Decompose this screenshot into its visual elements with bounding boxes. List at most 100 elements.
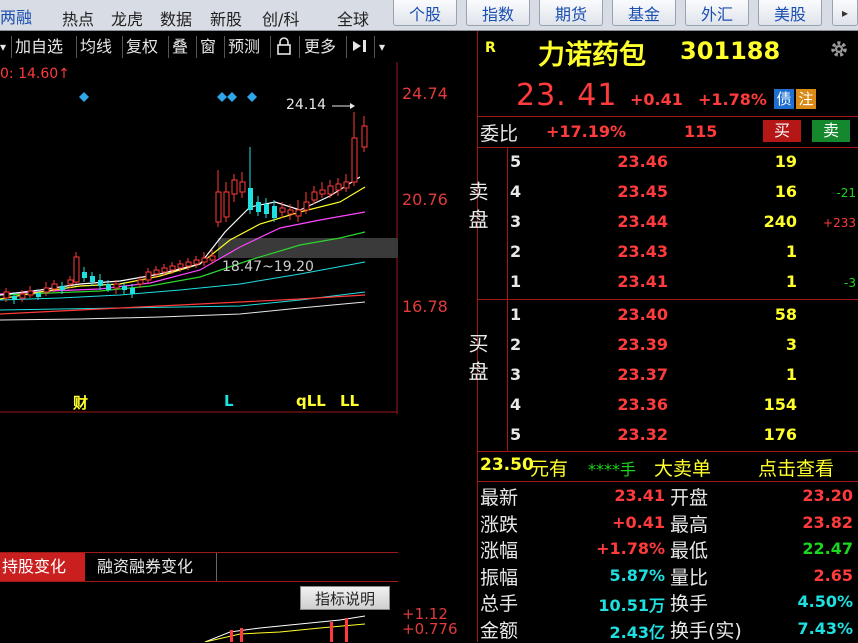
add-watchlist-button[interactable]: 加自选 [15, 36, 63, 58]
candle-body [311, 191, 318, 201]
sell-price[interactable]: 23.41 [588, 272, 668, 291]
toolbar-divider [76, 36, 77, 58]
toolbar-divider [122, 36, 123, 58]
sell-price[interactable]: 23.44 [588, 212, 668, 231]
window-button[interactable]: 窗 [200, 36, 216, 58]
candle-body [177, 263, 184, 269]
ma-button[interactable]: 均线 [80, 36, 112, 58]
sell-level: 5 [510, 152, 522, 171]
tab-margin-change[interactable]: 融资融券变化 [87, 553, 217, 581]
stat-value: 2.65 [813, 565, 853, 585]
big-order-unit: 元有 [530, 458, 569, 480]
candle-body [185, 261, 192, 267]
candle-body [122, 286, 127, 290]
sell-volume-change: -3 [844, 276, 856, 290]
candle-body [287, 209, 294, 215]
price-axis-label: 20.76 [402, 190, 448, 209]
buy-price[interactable]: 23.39 [588, 335, 668, 354]
more-button[interactable]: 更多 [304, 36, 336, 58]
sell-side-label: 卖盘 [465, 181, 489, 237]
nav-button-stock[interactable]: 个股 [393, 0, 457, 26]
bond-tag[interactable]: 债 [774, 89, 794, 109]
big-order-label: 大卖单 [654, 458, 712, 480]
nav-button-index[interactable]: 指数 [466, 0, 530, 26]
candle-body [256, 202, 261, 212]
chevron-down-icon[interactable]: ▾ [0, 36, 6, 58]
stat-label: 换手(实) [670, 619, 742, 642]
candle-body [239, 181, 246, 193]
candle-body [209, 255, 216, 261]
nav-item-hot[interactable]: 热点 [62, 6, 94, 30]
nav-item-rongrong[interactable]: 两融 [0, 4, 32, 28]
event-marker-ll[interactable]: LL [340, 392, 359, 410]
buy-side-label: 买盘 [465, 333, 489, 389]
buy-price[interactable]: 23.32 [588, 425, 668, 444]
candle-body [137, 279, 144, 285]
nav-item-dragon[interactable]: 龙虎 [111, 6, 143, 30]
nav-item-global[interactable]: 全球 [337, 6, 369, 30]
indicator-help-button[interactable]: 指标说明 [300, 586, 390, 610]
candle-body [82, 272, 87, 278]
candle-body [98, 280, 103, 286]
tabs-divider [0, 581, 398, 582]
buy-price[interactable]: 23.37 [588, 365, 668, 384]
nav-button-forex[interactable]: 外汇 [685, 0, 749, 26]
event-marker-qll[interactable]: qLL [296, 392, 326, 410]
sell-level: 1 [510, 272, 522, 291]
sell-button[interactable]: 卖 [812, 120, 850, 142]
stat-value: 5.87% [609, 565, 665, 585]
candle-body [169, 265, 176, 271]
sell-price[interactable]: 23.45 [588, 182, 668, 201]
stat-value: 23.82 [802, 512, 853, 532]
sell-price[interactable]: 23.46 [588, 152, 668, 171]
adjust-button[interactable]: 复权 [126, 36, 158, 58]
note-tag[interactable]: 注 [796, 89, 816, 109]
stat-value: 10.51万 [598, 596, 665, 615]
view-details-link[interactable]: 点击查看 [758, 454, 834, 481]
gear-icon[interactable] [828, 38, 850, 60]
candle-body [3, 291, 10, 299]
event-diamond-icon[interactable] [227, 92, 237, 102]
buy-price[interactable]: 23.40 [588, 305, 668, 324]
overlay-button[interactable]: 叠 [172, 36, 188, 58]
current-price: 23. 41 [516, 78, 618, 113]
expand-arrow-icon[interactable] [351, 36, 371, 58]
chevron-down-icon[interactable]: ▾ [379, 36, 385, 58]
forecast-button[interactable]: 预测 [228, 36, 260, 58]
lock-icon[interactable] [276, 36, 292, 58]
buy-level: 1 [510, 305, 522, 324]
stat-value: +0.41 [612, 512, 665, 532]
kline-chart[interactable] [0, 62, 400, 414]
event-diamond-icon[interactable] [247, 92, 257, 102]
nav-more-button[interactable]: ▸ [832, 0, 858, 26]
sub-indicator-chart[interactable] [0, 610, 398, 642]
event-diamond-icon[interactable] [217, 92, 227, 102]
event-marker-l[interactable]: L [224, 392, 234, 410]
nav-button-us-stock[interactable]: 美股 [758, 0, 822, 26]
nav-button-fund[interactable]: 基金 [612, 0, 676, 26]
stat-value: 23.41 [614, 486, 665, 505]
buy-button[interactable]: 买 [763, 120, 801, 142]
sell-price[interactable]: 23.43 [588, 242, 668, 261]
toolbar-divider [196, 36, 197, 58]
toolbar-divider [270, 36, 271, 58]
nav-item-startup[interactable]: 创/科 [262, 6, 299, 30]
buy-price[interactable]: 23.36 [588, 395, 668, 414]
nav-item-ipo[interactable]: 新股 [210, 6, 242, 30]
toolbar-divider [299, 36, 300, 58]
candlesticks [3, 112, 368, 304]
sell-level: 2 [510, 242, 522, 261]
candle-body [303, 201, 310, 211]
event-diamond-icon[interactable] [79, 92, 89, 102]
tab-holding-change[interactable]: 持股变化 [0, 553, 85, 581]
nav-button-futures[interactable]: 期货 [539, 0, 603, 26]
nav-item-data[interactable]: 数据 [160, 6, 192, 30]
sell-volume-change: +233 [823, 216, 856, 230]
weibi-pct: +17.19% [546, 122, 627, 141]
sub-axis-label: +0.776 [402, 620, 458, 638]
sell-volume: 19 [774, 152, 797, 171]
stat-value: 23.20 [802, 486, 853, 505]
toolbar-divider [374, 36, 375, 58]
event-marker-finance[interactable]: 财 [73, 392, 88, 413]
big-order-stars: ****手 [588, 460, 637, 479]
